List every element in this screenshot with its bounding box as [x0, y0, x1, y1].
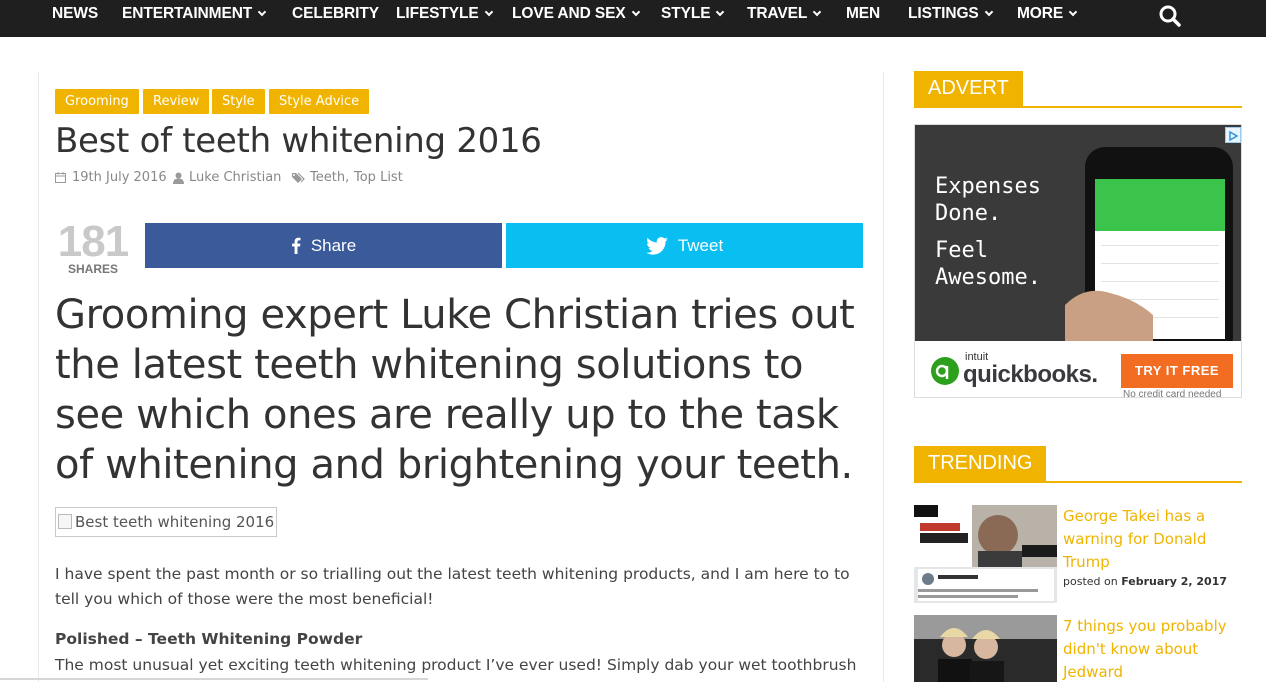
nav-item-men[interactable]: MEN	[846, 0, 880, 28]
article-paragraph: I have spent the past month or so triall…	[55, 565, 850, 608]
try-it-free-button[interactable]: TRY IT FREE	[1121, 354, 1233, 388]
nav-item-entertainment[interactable]: ENTERTAINMENT	[122, 0, 267, 28]
article-title: Best of teeth whitening 2016	[55, 121, 542, 161]
search-button[interactable]	[1158, 4, 1182, 28]
posted-prefix: posted on	[1063, 575, 1118, 588]
image-alt-text: Best teeth whitening 2016	[75, 513, 275, 531]
twitter-share-label: Tweet	[677, 235, 724, 255]
author-link[interactable]: Luke Christian	[189, 170, 281, 185]
tags-icon	[292, 172, 306, 188]
chevron-down-icon	[484, 7, 493, 17]
post-date-link[interactable]: 19th July 2016	[72, 170, 167, 185]
tag-style[interactable]: Style	[212, 89, 265, 114]
nav-label: NEWS	[52, 5, 99, 22]
nav-item-celebrity[interactable]: CELEBRITY	[292, 0, 379, 28]
share-count-number: 181	[57, 217, 129, 266]
chevron-down-icon	[257, 7, 267, 17]
advert-heading-label: ADVERT	[914, 71, 1023, 106]
nav-item-love-and-sex[interactable]: LOVE AND SEX	[512, 0, 640, 28]
chevron-down-icon	[1068, 7, 1078, 17]
topic-separator: ,	[345, 170, 350, 185]
trending-heading-label: TRENDING	[914, 446, 1047, 481]
nav-label: TRAVEL	[747, 5, 808, 22]
facebook-icon	[291, 237, 301, 254]
nav-label: LIFESTYLE	[396, 5, 479, 22]
nav-label: MORE	[1017, 5, 1064, 22]
topic-link-top-list[interactable]: Top List	[354, 170, 403, 185]
trending-item-date: posted on February 2, 2017	[1063, 575, 1227, 588]
facebook-share-button[interactable]: Share	[145, 223, 502, 268]
nav-item-style[interactable]: STYLE	[661, 0, 725, 28]
nav-label: STYLE	[661, 5, 711, 22]
nav-item-listings[interactable]: LISTINGS	[908, 0, 993, 28]
advert-footer: intuit quickbooks. TRY IT FREE No credit…	[915, 341, 1241, 398]
nav-label: MEN	[846, 5, 881, 22]
trending-item: 7 things you probably didn't know about …	[914, 615, 1254, 682]
nav-label: ENTERTAINMENT	[122, 5, 253, 22]
facebook-share-label: Share	[310, 235, 357, 255]
trending-item-title[interactable]: 7 things you probably didn't know about …	[1063, 615, 1253, 682]
chevron-down-icon	[984, 7, 993, 17]
advert-slogan-line: Feel	[935, 238, 988, 263]
quickbooks-wordmark: quickbooks.	[963, 361, 1098, 388]
nav-item-news[interactable]: NEWS	[52, 0, 98, 28]
trending-thumbnail[interactable]	[914, 615, 1057, 682]
advert-slogan: Expenses Done. Feel Awesome.	[935, 173, 1041, 291]
share-counter: 181 SHARES	[55, 217, 131, 276]
scroll-indicator	[0, 678, 428, 680]
nav-item-travel[interactable]: TRAVEL	[747, 0, 822, 28]
chevron-down-icon	[813, 7, 822, 17]
hand-image	[1065, 290, 1153, 341]
advert-slogan-line: Expenses	[935, 174, 1041, 199]
nav-item-lifestyle[interactable]: LIFESTYLE	[396, 0, 493, 28]
nav-item-more[interactable]: MORE	[1017, 0, 1078, 28]
user-icon	[173, 172, 184, 188]
advert-slogan-line: Done.	[935, 201, 1002, 226]
tag-style-advice[interactable]: Style Advice	[269, 89, 370, 114]
topic-link-teeth[interactable]: Teeth	[310, 170, 345, 185]
broken-image-icon	[58, 514, 72, 529]
search-icon	[1159, 5, 1181, 27]
trending-thumbnail[interactable]	[914, 505, 1057, 603]
post-date: February 2, 2017	[1121, 575, 1228, 588]
adchoices-icon[interactable]	[1225, 127, 1241, 143]
trending-widget-heading: TRENDING	[914, 446, 1242, 483]
quickbooks-logo-icon	[931, 357, 959, 385]
article-paragraph: The most unusual yet exciting teeth whit…	[55, 656, 857, 674]
twitter-share-button[interactable]: Tweet	[506, 223, 863, 268]
top-navigation: NEWS ENTERTAINMENT CELEBRITY LIFESTYLE L…	[0, 0, 1266, 37]
chevron-down-icon	[631, 7, 640, 17]
nav-label: LISTINGS	[908, 5, 979, 22]
article-lead: Grooming expert Luke Christian tries out…	[55, 292, 855, 488]
tag-review[interactable]: Review	[143, 89, 210, 114]
article-image: Best teeth whitening 2016	[55, 507, 277, 537]
nav-label: LOVE AND SEX	[512, 5, 626, 22]
quickbooks-advert[interactable]: Expenses Done. Feel Awesome. intuit quic…	[914, 124, 1242, 398]
advert-banner: Expenses Done. Feel Awesome.	[915, 125, 1241, 357]
twitter-icon	[646, 236, 668, 255]
article-subheading: Polished – Teeth Whitening Powder	[55, 630, 363, 648]
advert-disclaimer: No credit card needed	[1123, 389, 1222, 398]
nav-label: CELEBRITY	[292, 5, 379, 22]
advert-slogan-line: Awesome.	[935, 265, 1041, 290]
advert-widget-heading: ADVERT	[914, 71, 1242, 108]
trending-item: George Takei has a warning for Donald Tr…	[914, 505, 1254, 605]
calendar-icon	[55, 172, 66, 187]
chevron-down-icon	[716, 7, 725, 17]
tag-grooming[interactable]: Grooming	[55, 89, 139, 114]
trending-item-title[interactable]: George Takei has a warning for Donald Tr…	[1063, 505, 1253, 574]
